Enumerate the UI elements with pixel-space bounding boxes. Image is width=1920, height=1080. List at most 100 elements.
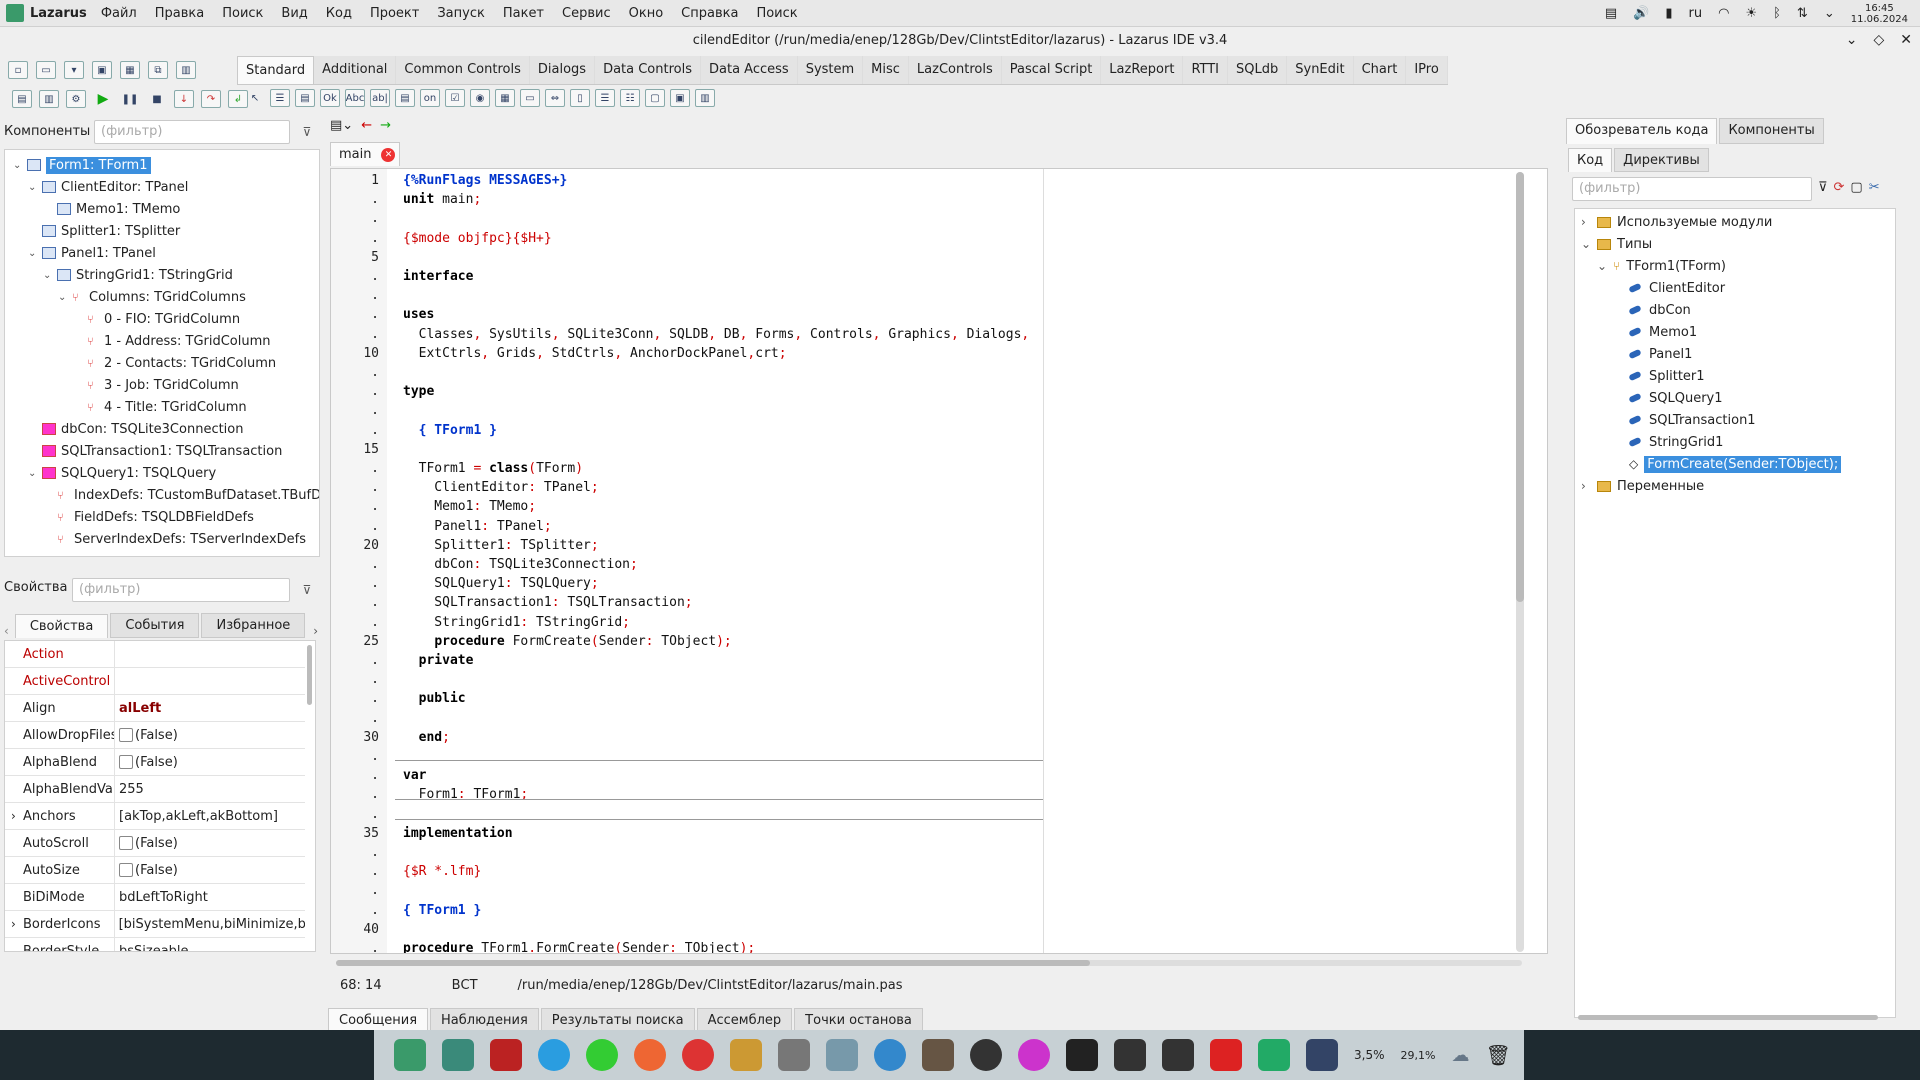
clear-filter-icon[interactable]: ⊽ bbox=[296, 121, 318, 143]
trash-icon[interactable]: 🗑 bbox=[1485, 1043, 1510, 1067]
toggle-unit-icon[interactable]: ▥ bbox=[39, 90, 59, 108]
tree-hscroll[interactable] bbox=[9, 556, 309, 557]
lazarus-app-icon[interactable] bbox=[394, 1039, 426, 1071]
listbox-icon[interactable]: ▦ bbox=[495, 89, 515, 107]
pause-icon[interactable]: ❚❚ bbox=[120, 90, 140, 108]
palette-tab-dialogs[interactable]: Dialogs bbox=[529, 56, 596, 84]
memo-icon[interactable]: ▤ bbox=[395, 89, 415, 107]
code-line[interactable]: var bbox=[403, 766, 426, 785]
tree-item[interactable]: Splitter1: TSplitter bbox=[42, 220, 180, 242]
stop-icon[interactable]: ■ bbox=[147, 90, 167, 108]
tree-item[interactable]: ⌄ Form1: TForm1 bbox=[13, 154, 151, 176]
explorer-item[interactable]: StringGrid1 bbox=[1628, 431, 1723, 453]
tree-item[interactable]: Memo1: TMemo bbox=[57, 198, 180, 220]
edit-icon[interactable]: ab| bbox=[370, 89, 390, 107]
brightness-icon[interactable]: ☀ bbox=[1745, 6, 1757, 21]
tab-properties[interactable]: Свойства bbox=[14, 614, 109, 638]
property-value[interactable]: (False) bbox=[115, 863, 178, 878]
tab-events[interactable]: События bbox=[110, 613, 200, 638]
editor-tab-main[interactable]: main ✕ bbox=[330, 142, 400, 166]
gimp-app-icon[interactable] bbox=[922, 1039, 954, 1071]
close-tab-icon[interactable]: ✕ bbox=[381, 147, 396, 162]
save-all-icon[interactable]: ▦ bbox=[120, 61, 140, 79]
tab-directives[interactable]: Директивы bbox=[1614, 148, 1709, 172]
menu-search-global[interactable]: Поиск bbox=[756, 6, 797, 21]
explorer-item[interactable]: Panel1 bbox=[1628, 343, 1692, 365]
bluetooth-icon[interactable]: ᛒ bbox=[1773, 6, 1781, 21]
palette-tab-chart[interactable]: Chart bbox=[1353, 56, 1407, 84]
editor-vscroll[interactable] bbox=[1516, 172, 1524, 952]
explorer-item[interactable]: Memo1 bbox=[1628, 321, 1697, 343]
actionlist-icon[interactable]: ▥ bbox=[695, 89, 715, 107]
combobox-icon[interactable]: ▭ bbox=[520, 89, 540, 107]
tools-icon[interactable]: ✂ bbox=[1869, 180, 1880, 195]
code-line[interactable]: SQLTransaction1: TSQLTransaction; bbox=[403, 593, 692, 612]
tree-item[interactable]: ⌄ Panel1: TPanel bbox=[28, 242, 156, 264]
tree-item[interactable]: ⑂ 4 - Title: TGridColumn bbox=[87, 396, 247, 418]
tree-item[interactable]: ⌄ ⑂ Columns: TGridColumns bbox=[58, 286, 246, 308]
palette-tab-pascal-script[interactable]: Pascal Script bbox=[1001, 56, 1102, 84]
groupbox-icon[interactable]: ▯ bbox=[570, 89, 590, 107]
files-app-icon[interactable] bbox=[442, 1039, 474, 1071]
volume-icon[interactable]: 🔊 bbox=[1633, 6, 1649, 21]
terminal-app-icon[interactable] bbox=[1114, 1039, 1146, 1071]
palette-tab-rtti[interactable]: RTTI bbox=[1183, 56, 1229, 84]
back-arrow-icon[interactable]: ← bbox=[361, 118, 372, 133]
panel-icon[interactable]: ▢ bbox=[645, 89, 665, 107]
tree-item[interactable]: ⌄ StringGrid1: TStringGrid bbox=[43, 264, 233, 286]
expand-icon[interactable]: › bbox=[1581, 215, 1586, 229]
code-line[interactable]: procedure TForm1.FormCreate(Sender: TObj… bbox=[403, 939, 755, 953]
explorer-item[interactable]: ClientEditor bbox=[1628, 277, 1725, 299]
property-value[interactable]: (False) bbox=[115, 836, 178, 851]
palette-tab-synedit[interactable]: SynEdit bbox=[1287, 56, 1354, 84]
code-line[interactable]: Classes, SysUtils, SQLite3Conn, SQLDB, D… bbox=[403, 325, 1030, 344]
code-line[interactable]: type bbox=[403, 382, 434, 401]
cpu-usage[interactable]: 3,5% bbox=[1354, 1048, 1385, 1062]
remote-app-icon[interactable] bbox=[874, 1039, 906, 1071]
properties-vscroll[interactable] bbox=[307, 645, 312, 705]
palette-tab-ipro[interactable]: IPro bbox=[1406, 56, 1448, 84]
properties-filter-input[interactable]: (фильтр) bbox=[72, 578, 290, 602]
editor-menu-icon[interactable]: ▤⌄ bbox=[330, 118, 353, 133]
code-line[interactable]: dbCon: TSQLite3Connection; bbox=[403, 555, 638, 574]
clock[interactable]: 16:45 11.06.2024 bbox=[1851, 3, 1908, 25]
code-line[interactable]: ClientEditor: TPanel; bbox=[403, 478, 598, 497]
tray-expand-icon[interactable]: ⌄ bbox=[1824, 6, 1835, 21]
property-row[interactable]: AlphaBlend (False) bbox=[5, 748, 305, 776]
radiobutton-icon[interactable]: ◉ bbox=[470, 89, 490, 107]
pointer-icon[interactable]: ↖ bbox=[245, 89, 265, 107]
tree-item[interactable]: ⌄ ClientEditor: TPanel bbox=[28, 176, 188, 198]
property-row[interactable]: ActiveControl bbox=[5, 667, 305, 695]
menu-project[interactable]: Проект bbox=[370, 6, 419, 21]
toggle-form-icon[interactable]: ⧉ bbox=[148, 61, 168, 79]
code-editor[interactable]: 1... 5.... 10.... 15.... 20.... 25.... 30.... 3… bbox=[330, 168, 1548, 954]
expand-icon[interactable]: ⌄ bbox=[28, 248, 36, 259]
property-row[interactable]: › BorderIcons [biSystemMenu,biMinimize,b bbox=[5, 910, 305, 938]
explorer-item[interactable]: SQLTransaction1 bbox=[1628, 409, 1756, 431]
code-line[interactable]: unit main; bbox=[403, 190, 481, 209]
filezilla-app-icon[interactable] bbox=[490, 1039, 522, 1071]
explorer-item[interactable]: SQLQuery1 bbox=[1628, 387, 1723, 409]
tab-code-explorer[interactable]: Обозреватель кода bbox=[1566, 118, 1718, 144]
property-row[interactable]: › Anchors [akTop,akLeft,akBottom] bbox=[5, 802, 305, 830]
step-over-icon[interactable]: ↷ bbox=[201, 90, 221, 108]
weather-icon[interactable]: ☁ bbox=[1451, 1045, 1469, 1066]
property-checkbox[interactable] bbox=[119, 863, 133, 877]
telegram-app-icon[interactable] bbox=[538, 1039, 570, 1071]
property-value[interactable]: alLeft bbox=[115, 701, 161, 716]
palette-tab-sqldb[interactable]: SQLdb bbox=[1228, 56, 1288, 84]
code-line[interactable]: Form1: TForm1; bbox=[403, 785, 529, 804]
code-line[interactable]: public bbox=[403, 689, 466, 708]
checkgroup-icon[interactable]: ☷ bbox=[620, 89, 640, 107]
tree-item[interactable]: ⑂ IndexDefs: TCustomBufDataset.TBufDat bbox=[57, 484, 319, 506]
run-icon[interactable]: ▶ bbox=[93, 90, 113, 108]
palette-tab-system[interactable]: System bbox=[797, 56, 864, 84]
network-arrows-icon[interactable]: ⇅ bbox=[1797, 6, 1808, 21]
new-form-icon[interactable]: ▭ bbox=[36, 61, 56, 79]
chrome-app-icon[interactable] bbox=[682, 1039, 714, 1071]
menu-view[interactable]: Вид bbox=[281, 6, 307, 21]
expand-icon[interactable]: ⌄ bbox=[1597, 259, 1607, 273]
explorer-item[interactable]: › Переменные bbox=[1581, 475, 1704, 497]
view-forms-icon[interactable]: ▤ bbox=[12, 90, 32, 108]
view-units-icon[interactable]: ▥ bbox=[176, 61, 196, 79]
